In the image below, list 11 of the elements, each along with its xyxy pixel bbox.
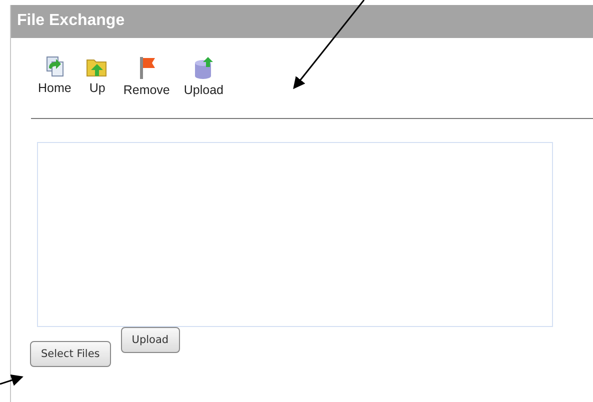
toolbar-button[interactable]: Up (85, 56, 110, 100)
pages-refresh-icon (44, 56, 65, 78)
annotation-arrow (0, 374, 24, 386)
toolbar-button[interactable]: Upload (184, 56, 224, 100)
toolbar-button[interactable]: Remove (123, 56, 170, 100)
file-drop-area[interactable] (37, 142, 553, 327)
select-files-button[interactable]: Select Files (30, 341, 111, 367)
window-title: File Exchange (11, 5, 593, 38)
upload-button[interactable]: Upload (120, 327, 180, 353)
database-upload-icon (192, 56, 215, 80)
toolbar-button[interactable]: Home (38, 56, 72, 100)
